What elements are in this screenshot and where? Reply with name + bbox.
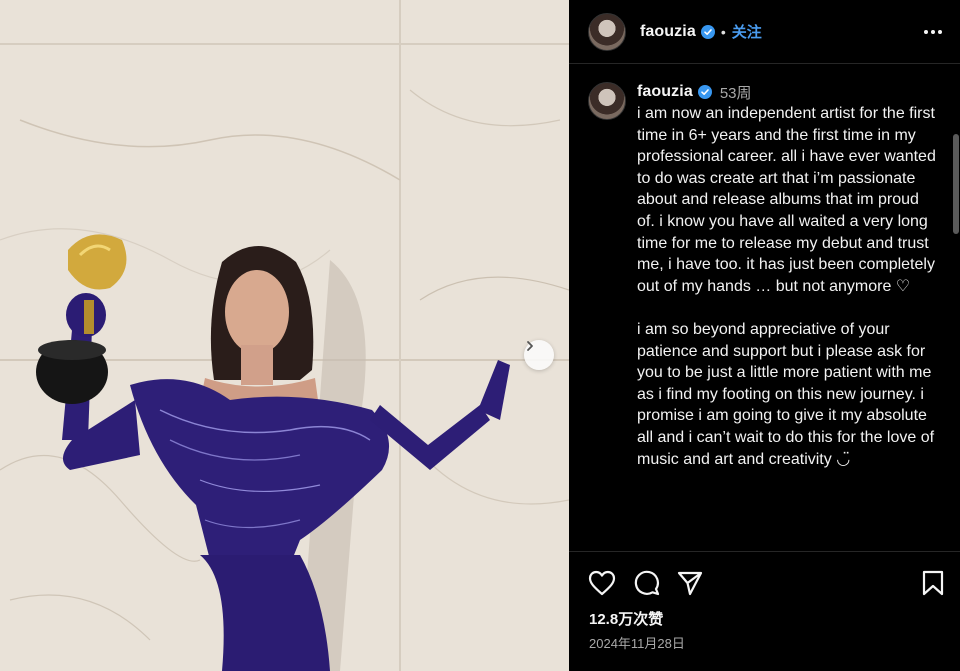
comment-username[interactable]: faouzia xyxy=(637,83,693,101)
action-bar xyxy=(587,568,948,598)
heart-icon[interactable] xyxy=(587,568,617,598)
post-header: faouzia • 关注 xyxy=(569,0,960,64)
caption-comment: faouzia 53周 i am now an independent arti… xyxy=(569,64,960,544)
instagram-post-view: faouzia • 关注 faouzia 53周 i am now an ind… xyxy=(0,0,960,671)
caption-text: i am now an independent artist for the f… xyxy=(637,105,936,468)
post-date[interactable]: 2024年11月28日 xyxy=(589,633,685,652)
more-horizontal-icon[interactable] xyxy=(924,29,942,34)
chevron-right-icon xyxy=(527,341,533,351)
avatar[interactable] xyxy=(588,12,626,51)
share-icon[interactable] xyxy=(675,568,705,598)
comment-time[interactable]: 53周 xyxy=(720,82,752,103)
separator-dot: • xyxy=(720,23,726,40)
header-username[interactable]: faouzia xyxy=(640,23,696,41)
divider xyxy=(569,551,960,552)
comment-avatar[interactable] xyxy=(588,82,626,120)
scrollbar[interactable] xyxy=(953,134,959,234)
follow-button[interactable]: 关注 xyxy=(732,21,762,42)
bookmark-icon[interactable] xyxy=(918,568,948,598)
photo-illustration xyxy=(0,0,569,671)
comment-body: faouzia 53周 i am now an independent arti… xyxy=(637,82,939,544)
comment-header: faouzia 53周 xyxy=(637,82,939,102)
carousel-next-button[interactable] xyxy=(524,340,554,370)
verified-badge-icon xyxy=(697,85,712,99)
comment-icon[interactable] xyxy=(631,568,661,598)
likes-count[interactable]: 12.8万次赞 xyxy=(589,608,663,629)
verified-badge-icon xyxy=(700,24,715,39)
post-photo[interactable] xyxy=(0,0,569,671)
post-side-panel: faouzia • 关注 faouzia 53周 i am now an ind… xyxy=(569,0,960,671)
